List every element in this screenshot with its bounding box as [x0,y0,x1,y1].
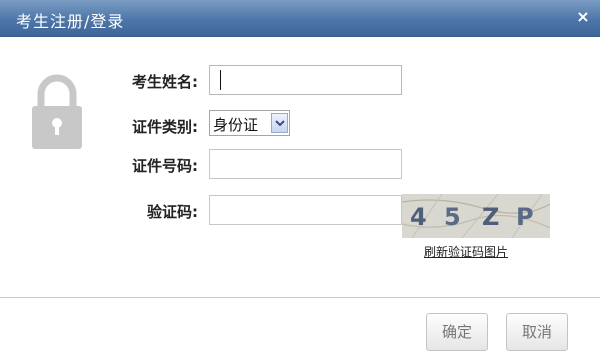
footer-divider [0,297,600,298]
id-number-label: 证件号码: [132,157,198,175]
captcha-char: 5 [444,203,461,231]
captcha-image[interactable]: 4 5 Z P [402,194,550,238]
registration-dialog: 考生注册/登录 × 考生姓名: 证件类别: 身份证 证件号码: 验证码: 4 5… [0,0,600,359]
id-type-select[interactable]: 身份证 [209,110,290,136]
lock-icon [30,72,84,152]
name-input[interactable] [209,65,402,95]
refresh-captcha-link[interactable]: 刷新验证码图片 [424,243,508,260]
chevron-down-icon[interactable] [271,113,288,133]
name-label: 考生姓名: [132,73,198,91]
cancel-button[interactable]: 取消 [506,313,568,351]
captcha-label: 验证码: [147,203,198,221]
confirm-button[interactable]: 确定 [426,313,488,351]
close-icon[interactable]: × [574,8,592,26]
id-type-selected-value: 身份证 [213,116,259,134]
text-cursor [220,70,221,90]
id-number-input[interactable] [209,149,402,179]
captcha-input[interactable] [209,195,402,225]
id-type-label: 证件类别: [132,118,198,136]
captcha-char: Z [482,203,499,231]
dialog-title: 考生注册/登录 [16,12,125,31]
captcha-char: 4 [410,203,427,231]
captcha-char: P [516,203,534,231]
dialog-titlebar: 考生注册/登录 × [0,0,600,37]
